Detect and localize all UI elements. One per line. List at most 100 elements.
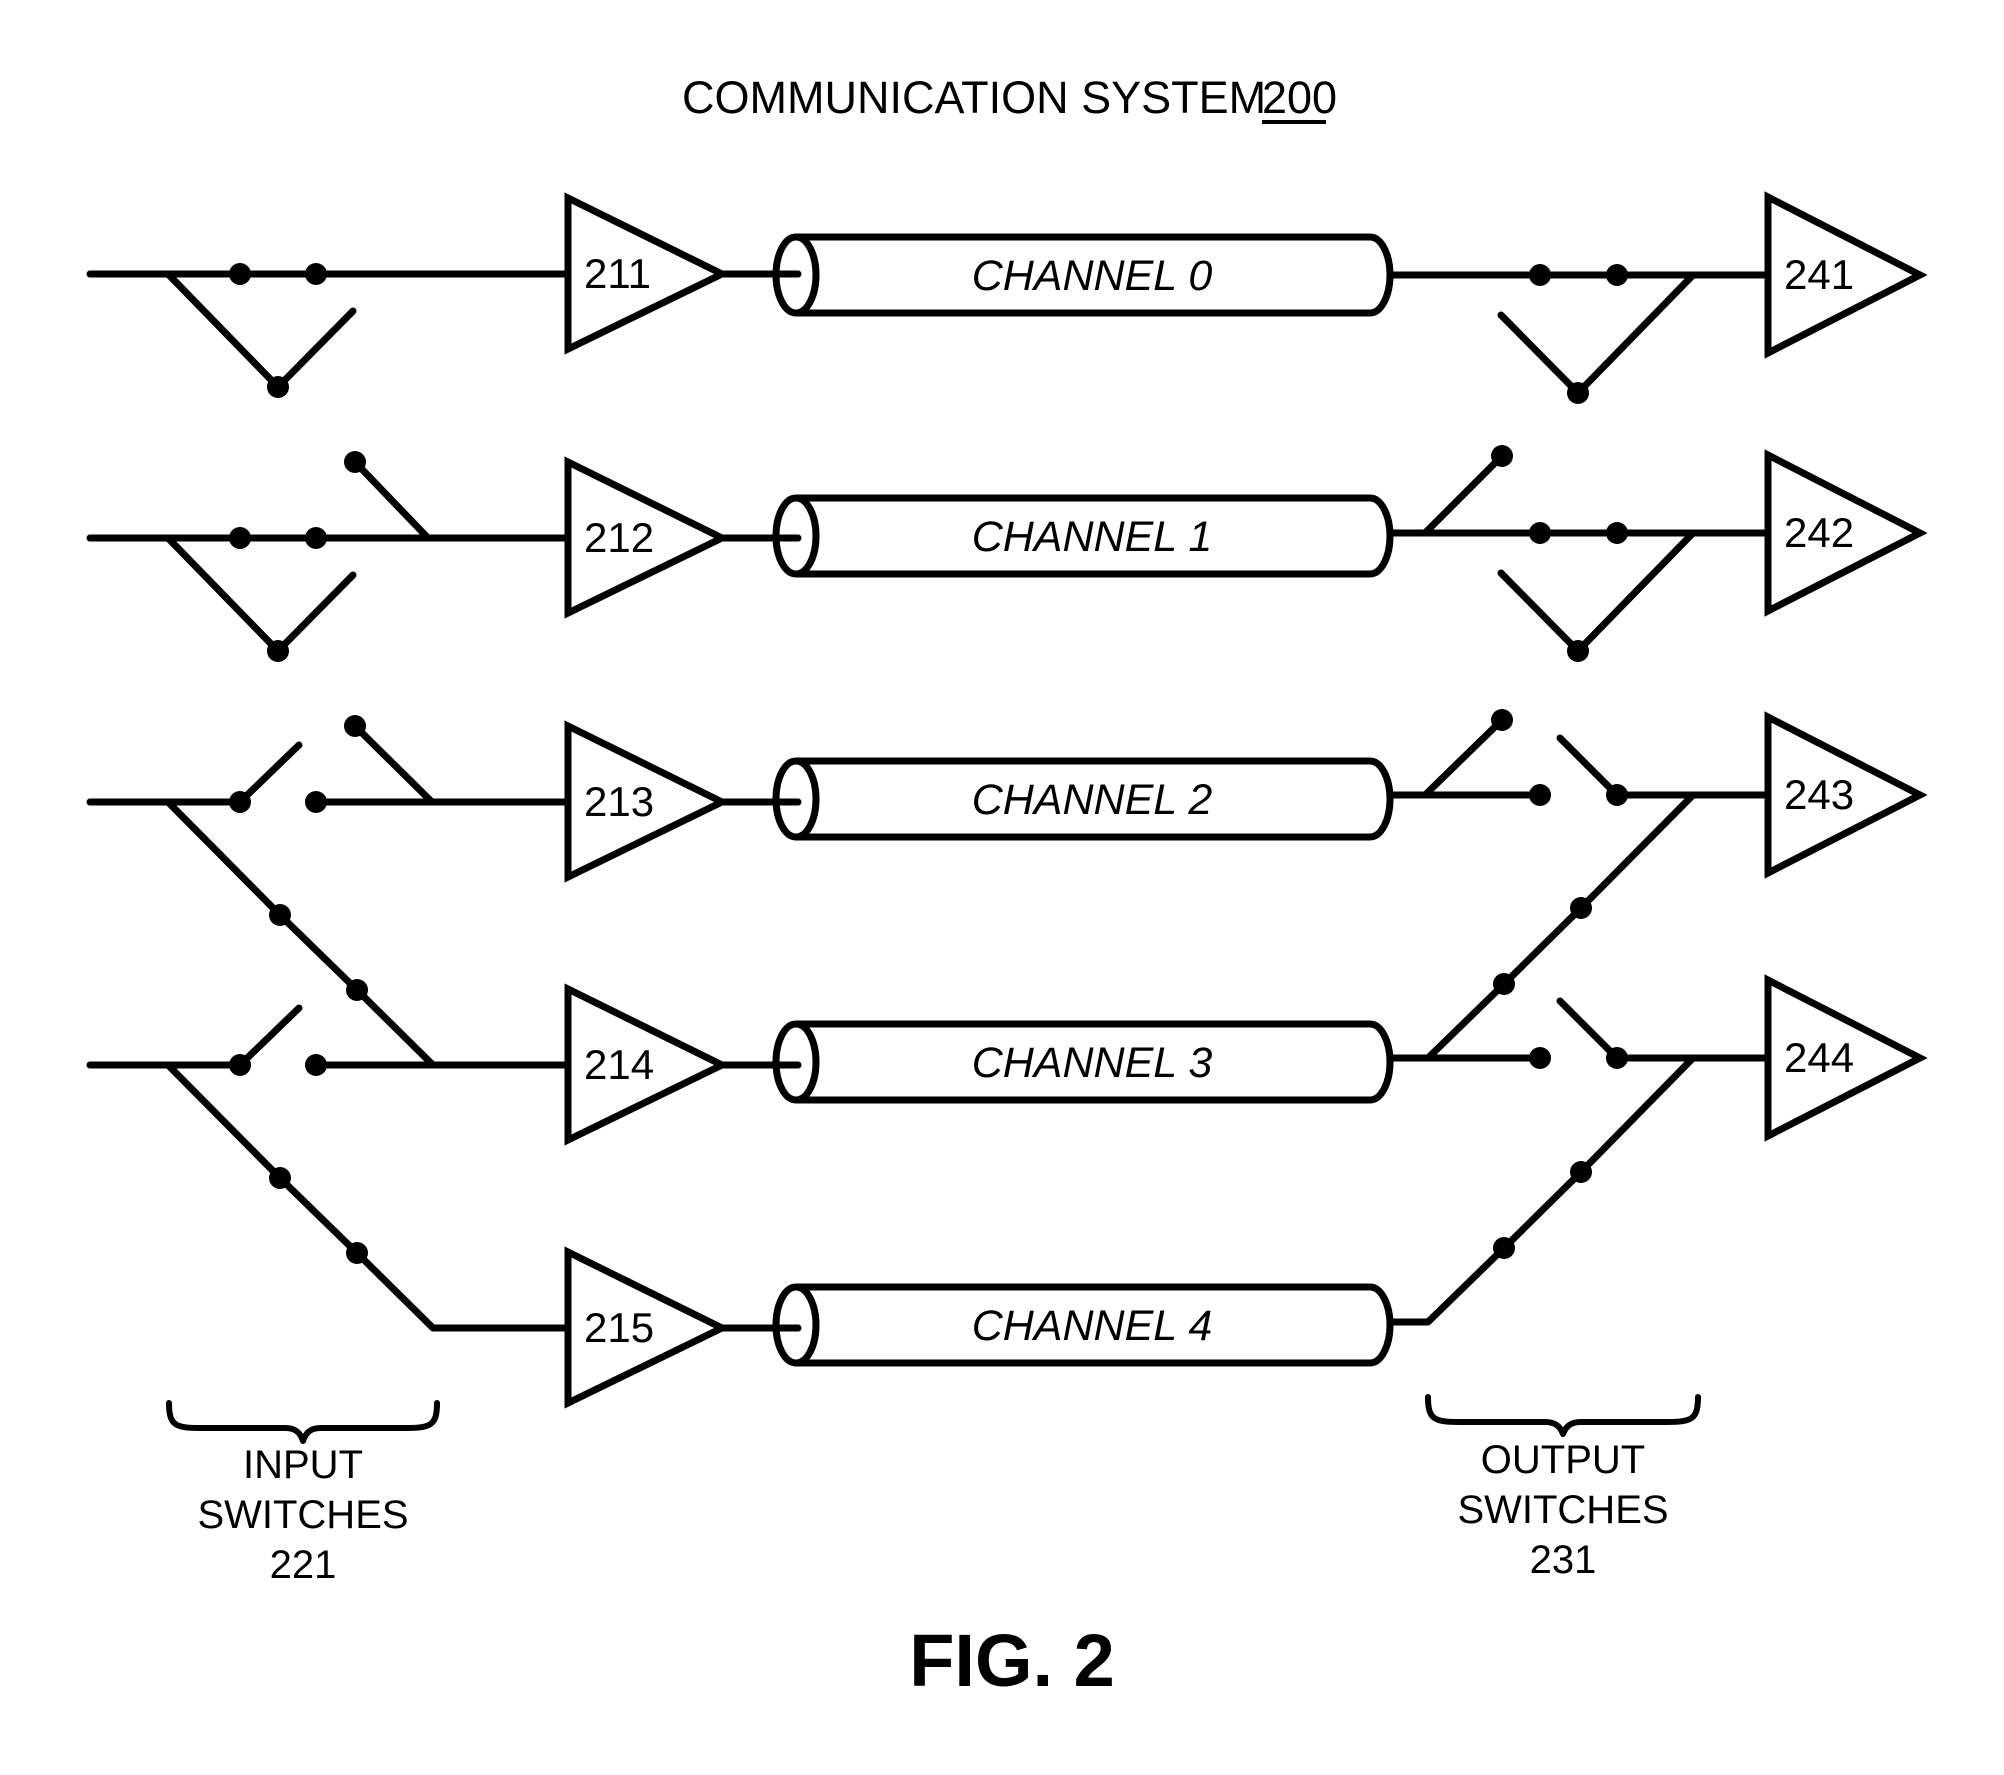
output-amplifier: 243 <box>1764 711 1928 879</box>
open-switch-blade <box>1421 452 1506 537</box>
open-switch-blade <box>274 307 357 391</box>
communication-system-diagram: COMMUNICATION SYSTEM 200 211 212 213 214 215… <box>86 72 1928 1702</box>
input-amplifiers: 211 212 213 214 215 <box>564 192 730 1409</box>
amplifier-label: 213 <box>584 778 654 825</box>
amplifier-label: 215 <box>584 1304 654 1351</box>
title-reference-number: 200 <box>1262 72 1337 123</box>
crossover-diagonal <box>164 798 572 1069</box>
input-switches-label-line-1: INPUT <box>243 1443 363 1487</box>
amplifier-label: 211 <box>584 250 651 297</box>
switch-contact-dot <box>1529 522 1551 544</box>
switch-contact-dot <box>1491 709 1513 731</box>
figure-label: FIG. 2 <box>909 1619 1115 1702</box>
output-crossover-diagonal <box>1386 1054 1697 1326</box>
title: COMMUNICATION SYSTEM 200 <box>682 72 1337 124</box>
input-amplifier: 212 <box>564 456 730 619</box>
crossover-arm <box>164 534 282 655</box>
input-amplifier: 215 <box>564 1246 730 1409</box>
switch-contact-dot <box>269 1167 291 1189</box>
input-amplifier: 213 <box>564 720 730 883</box>
switch-contact-dot <box>346 979 368 1001</box>
open-switch-blade <box>1556 734 1621 799</box>
open-switch-blade <box>236 741 303 806</box>
amplifier-label: 243 <box>1784 771 1854 818</box>
input-switches-label: INPUT SWITCHES 221 <box>197 1443 408 1587</box>
switch-contact-dot <box>229 263 251 285</box>
open-switch-blade <box>351 458 432 542</box>
crossover-arm <box>1574 529 1697 655</box>
channel-label: CHANNEL 1 <box>972 513 1213 561</box>
open-switch-blade <box>274 571 357 655</box>
input-switch-row-2-incoming <box>344 715 436 806</box>
output-amplifier: 244 <box>1764 974 1928 1142</box>
output-switch-row-2-outgoing <box>1421 709 1513 799</box>
output-amplifiers: 241 242 243 244 <box>1764 191 1928 1142</box>
switch-contact-dot <box>229 527 251 549</box>
switch-contact-dot <box>305 527 327 549</box>
channel-cylinder: CHANNEL 2 <box>718 757 1394 841</box>
channel-cylinder: CHANNEL 3 <box>718 1020 1394 1104</box>
open-switch-blade <box>1421 716 1506 799</box>
switch-contact-dot <box>344 451 366 473</box>
output-amplifier: 242 <box>1764 449 1928 617</box>
title-text: COMMUNICATION SYSTEM <box>682 72 1266 123</box>
switch-contact-dot <box>344 715 366 737</box>
channel-label: CHANNEL 4 <box>972 1302 1213 1350</box>
amplifier-label: 212 <box>584 514 654 561</box>
output-switch-row-1-outgoing <box>1421 445 1513 537</box>
output-crossover-diagonal <box>1386 791 1697 1062</box>
switch-contact-dot <box>1529 1047 1551 1069</box>
amplifier-label: 241 <box>1784 251 1854 298</box>
input-switches-label-line-2: SWITCHES <box>197 1493 408 1537</box>
amplifier-label: 242 <box>1784 509 1854 556</box>
channel-label: CHANNEL 0 <box>972 252 1213 300</box>
switch-contact-dot <box>1570 897 1592 919</box>
output-switches <box>1386 264 1772 1326</box>
channel-label: CHANNEL 3 <box>972 1039 1213 1087</box>
output-switches-label-line-3: 231 <box>1530 1538 1597 1582</box>
switch-contact-dot <box>1606 522 1628 544</box>
switch-contact-dot <box>346 1242 368 1264</box>
switch-contact-dot <box>269 904 291 926</box>
channel-cylinder: CHANNEL 0 <box>718 233 1394 317</box>
switch-contact-dot <box>305 263 327 285</box>
amplifier-label: 214 <box>584 1041 654 1088</box>
output-switches-label-line-1: OUTPUT <box>1481 1438 1645 1482</box>
output-switches-label-line-2: SWITCHES <box>1457 1488 1668 1532</box>
input-amplifier: 211 <box>564 192 730 355</box>
crossover-diagonal <box>1386 791 1697 1062</box>
switch-contact-dot <box>1606 264 1628 286</box>
input-switch-row-2 <box>86 741 572 1069</box>
output-amplifier: 241 <box>1764 191 1928 359</box>
input-switch-row-0 <box>86 263 572 398</box>
crossover-diagonal <box>1386 1054 1697 1326</box>
channel-cylinder: CHANNEL 1 <box>718 494 1394 578</box>
input-switches <box>86 263 572 1332</box>
input-amplifier: 214 <box>564 983 730 1146</box>
input-switches-label-line-3: 221 <box>270 1543 337 1587</box>
input-switch-row-1 <box>86 527 572 662</box>
amplifier-label: 244 <box>1784 1034 1854 1081</box>
open-switch-blade <box>1556 997 1621 1062</box>
channel-cylinder: CHANNEL 4 <box>718 1283 1394 1367</box>
switch-contact-dot <box>1529 264 1551 286</box>
switch-contact-dot <box>1493 1237 1515 1259</box>
crossover-arm <box>1574 271 1697 397</box>
input-switch-row-3 <box>86 1004 572 1332</box>
switch-pivot-dot <box>267 640 289 662</box>
crossover-diagonal <box>164 1061 572 1332</box>
channel-label: CHANNEL 2 <box>972 776 1213 824</box>
open-switch-blade <box>351 722 436 806</box>
input-switches-brace <box>166 1400 440 1444</box>
open-switch-blade <box>1497 569 1582 655</box>
output-switches-label: OUTPUT SWITCHES 231 <box>1457 1438 1668 1582</box>
channels: CHANNEL 0 CHANNEL 1 CHANNEL 2 CHANNEL 3 CHAN… <box>718 233 1394 1367</box>
switch-contact-dot <box>1529 784 1551 806</box>
output-switch-row-0 <box>1386 264 1772 404</box>
switch-pivot-dot <box>1567 382 1589 404</box>
input-switch-row-1-incoming <box>344 451 432 542</box>
switch-pivot-dot <box>1567 640 1589 662</box>
switch-contact-dot <box>1570 1161 1592 1183</box>
crossover-arm <box>164 270 282 391</box>
switch-contact-dot <box>1491 445 1513 467</box>
